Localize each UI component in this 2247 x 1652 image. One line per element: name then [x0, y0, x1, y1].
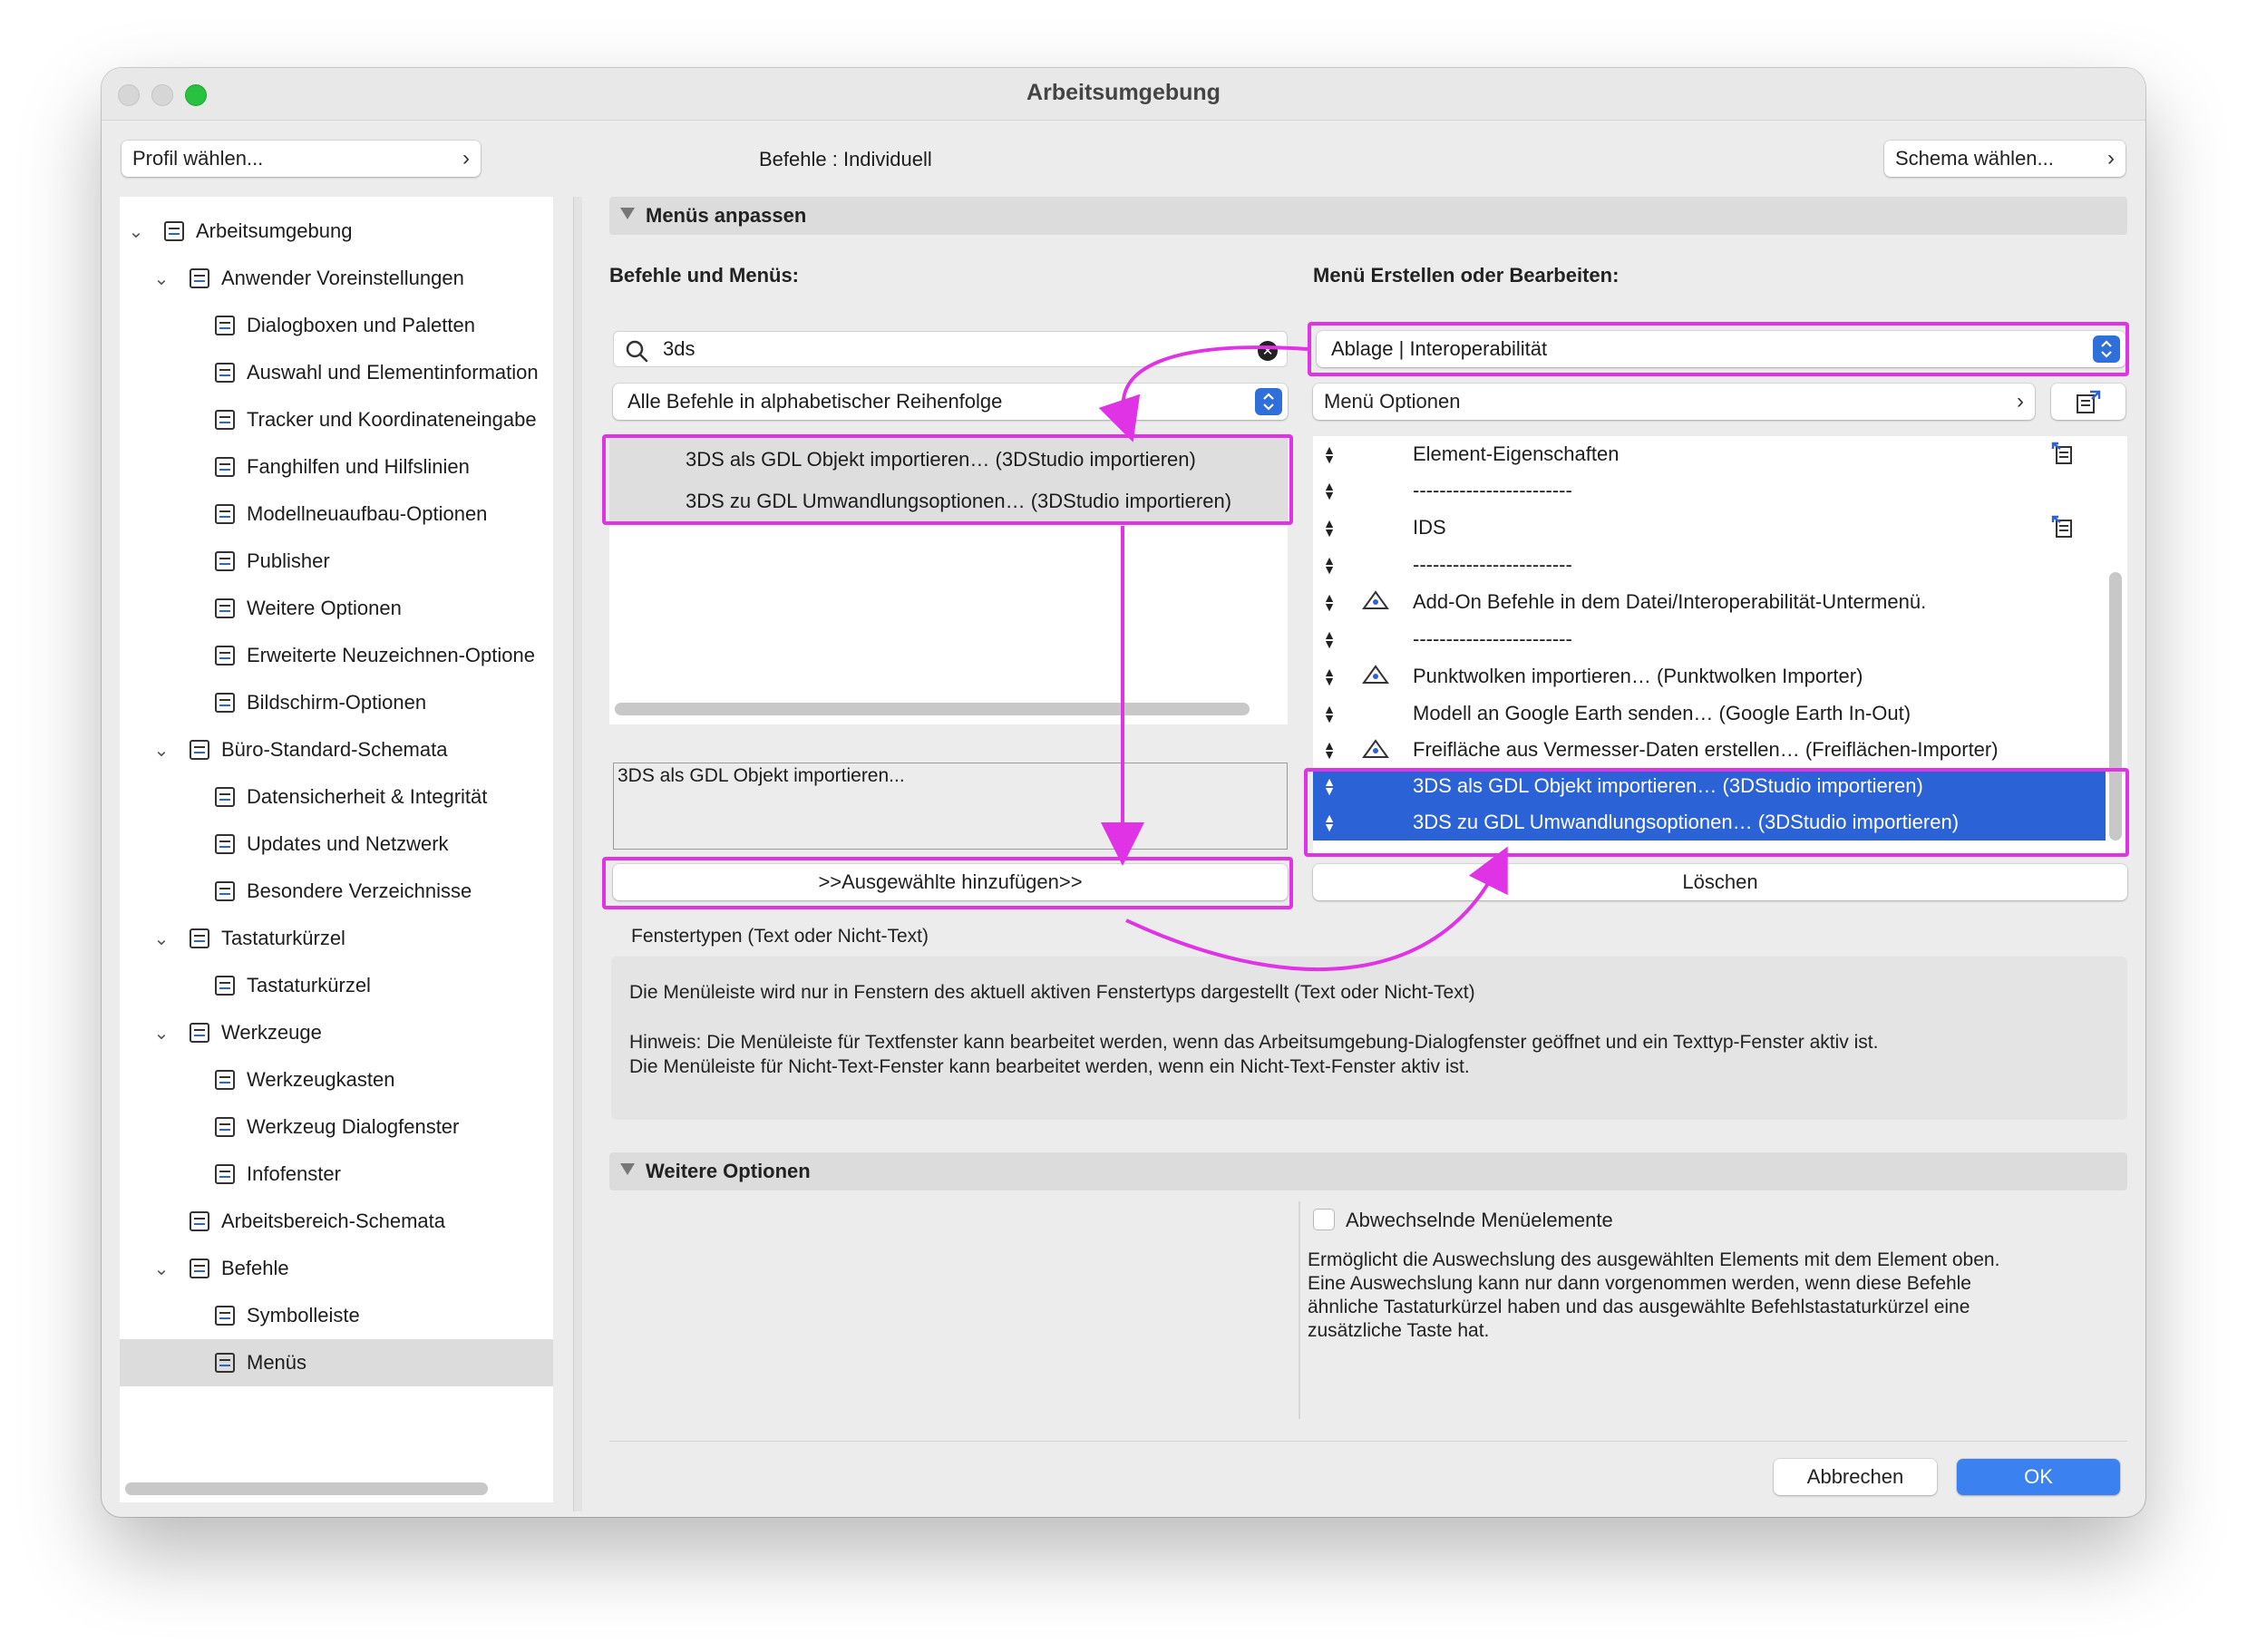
- workspace-dialog: Arbeitsumgebung Profil wählen... › Befeh…: [102, 68, 2145, 1517]
- annotation-arrows: [1098, 345, 1508, 972]
- arrow-popup-to-list: [1098, 345, 1308, 442]
- arrow-add-to-menu: [1125, 846, 1508, 972]
